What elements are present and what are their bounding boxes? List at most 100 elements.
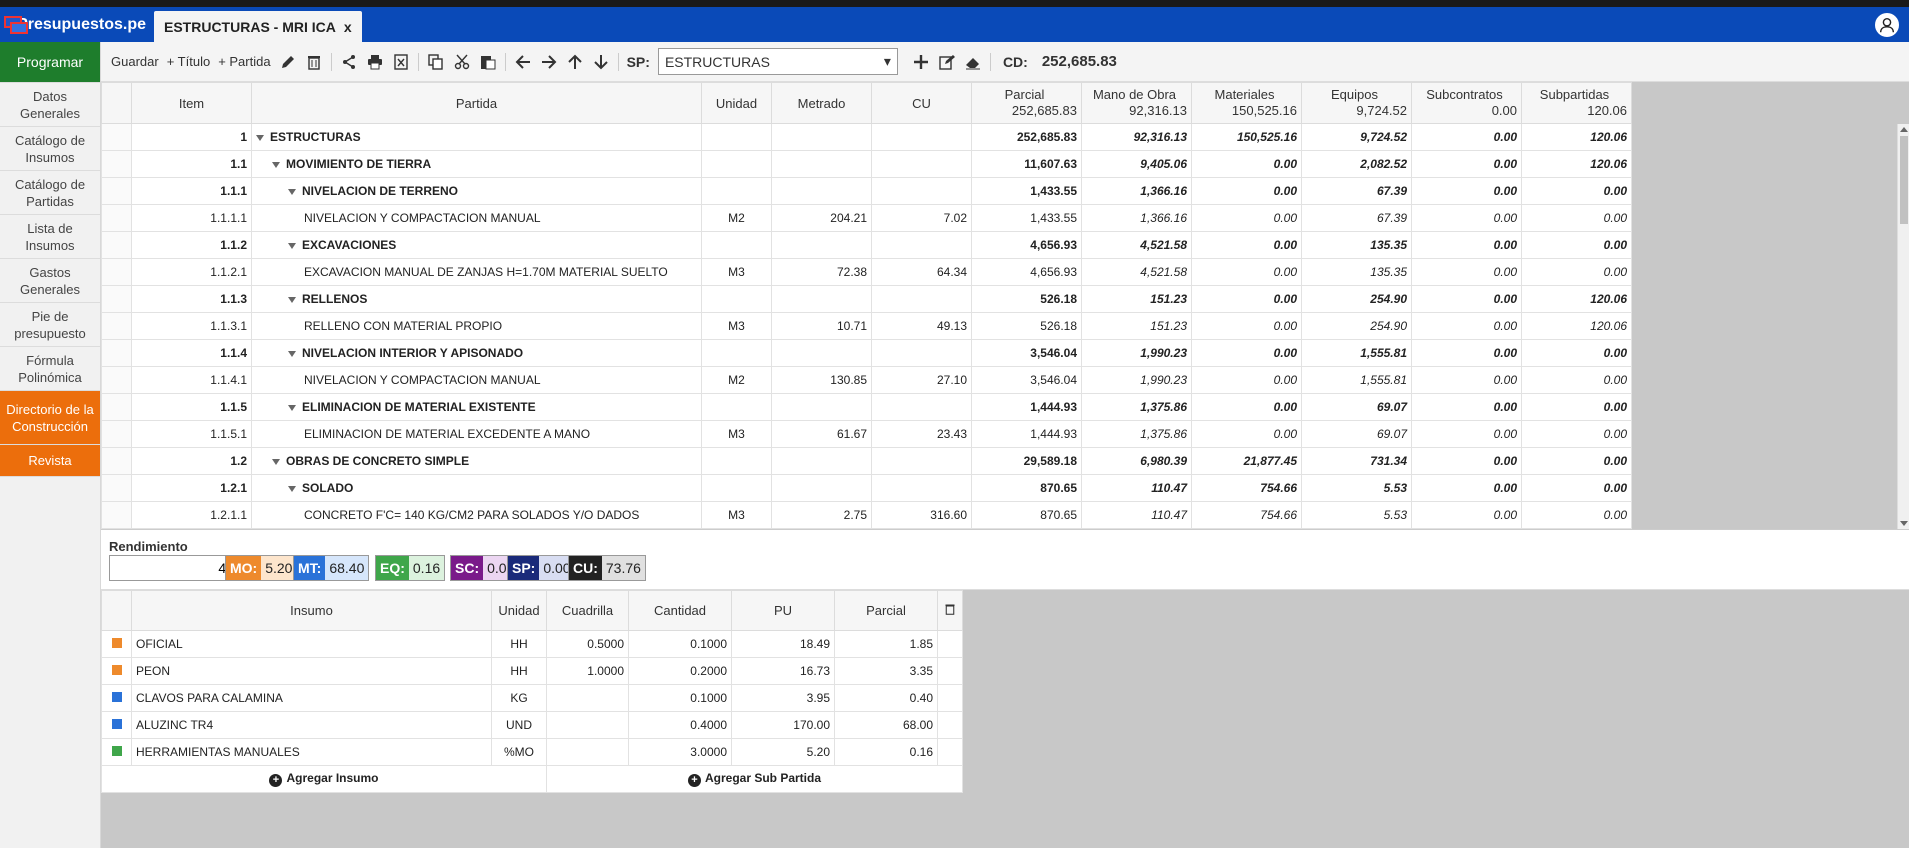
expand-toggle-icon[interactable] <box>272 161 280 168</box>
insumo-cell-pu[interactable]: 170.00 <box>731 711 835 739</box>
insumo-cell-name[interactable]: HERRAMIENTAS MANUALES <box>131 738 492 766</box>
row-gutter[interactable] <box>101 204 132 232</box>
cell-parcial[interactable]: 870.65 <box>971 474 1082 502</box>
cell-partida[interactable]: EXCAVACIONES <box>251 231 702 259</box>
arrow-left-icon[interactable] <box>514 53 532 71</box>
cell-eq[interactable]: 254.90 <box>1301 285 1412 313</box>
cell-unidad[interactable]: M3 <box>701 501 772 529</box>
insumo-cell-cantidad[interactable]: 0.2000 <box>628 657 732 685</box>
insumo-header-delete[interactable] <box>937 590 963 631</box>
sidebar-item-7[interactable]: Fórmula Polinómica <box>0 347 100 391</box>
plus-icon[interactable] <box>912 53 930 71</box>
sidebar-item-6[interactable]: Pie de presupuesto <box>0 303 100 347</box>
cell-sp[interactable]: 0.00 <box>1521 393 1632 421</box>
cell-mo[interactable]: 1,366.16 <box>1081 204 1192 232</box>
cell-mo[interactable]: 1,375.86 <box>1081 420 1192 448</box>
cell-metrado[interactable]: 2.75 <box>771 501 872 529</box>
cell-item[interactable]: 1.1.2.1 <box>131 258 252 286</box>
cell-eq[interactable]: 135.35 <box>1301 258 1412 286</box>
arrow-down-icon[interactable] <box>592 53 610 71</box>
cell-unidad[interactable]: M2 <box>701 366 772 394</box>
cell-mo[interactable]: 151.23 <box>1081 285 1192 313</box>
cell-cu[interactable] <box>871 393 972 421</box>
insumo-cell-cantidad[interactable]: 0.1000 <box>628 630 732 658</box>
cell-cu[interactable] <box>871 474 972 502</box>
expand-toggle-icon[interactable] <box>256 134 264 141</box>
table-row[interactable]: 1.1.1.1 NIVELACION Y COMPACTACION MANUAL M… <box>101 204 1632 232</box>
insumo-header-pu[interactable]: PU <box>731 590 835 631</box>
cell-item[interactable]: 1.1.4.1 <box>131 366 252 394</box>
row-gutter[interactable] <box>101 393 132 421</box>
insumo-header-cantidad[interactable]: Cantidad <box>628 590 732 631</box>
header-subcontratos[interactable]: Subcontratos 0.00 <box>1411 82 1522 124</box>
cell-unidad[interactable] <box>701 285 772 313</box>
cell-parcial[interactable]: 29,589.18 <box>971 447 1082 475</box>
row-gutter[interactable] <box>101 123 132 151</box>
cell-sc[interactable]: 0.00 <box>1411 123 1522 151</box>
cell-mat[interactable]: 754.66 <box>1191 474 1302 502</box>
table-row[interactable]: 1.2.1.1 CONCRETO F'C= 140 KG/CM2 PARA SOL… <box>101 501 1632 529</box>
cell-metrado[interactable] <box>771 285 872 313</box>
cell-partida[interactable]: OBRAS DE CONCRETO SIMPLE <box>251 447 702 475</box>
insumo-cell-pu[interactable]: 5.20 <box>731 738 835 766</box>
insumo-header-parcial[interactable]: Parcial <box>834 590 938 631</box>
cell-parcial[interactable]: 526.18 <box>971 285 1082 313</box>
cell-metrado[interactable] <box>771 177 872 205</box>
cell-eq[interactable]: 69.07 <box>1301 420 1412 448</box>
cell-unidad[interactable] <box>701 474 772 502</box>
cell-parcial[interactable]: 870.65 <box>971 501 1082 529</box>
insumo-cell-cantidad[interactable]: 0.1000 <box>628 684 732 712</box>
cell-cu[interactable] <box>871 231 972 259</box>
insumo-header-insumo[interactable]: Insumo <box>131 590 492 631</box>
insumo-cell-parcial[interactable]: 3.35 <box>834 657 938 685</box>
cell-sc[interactable]: 0.00 <box>1411 231 1522 259</box>
trash-icon[interactable] <box>305 53 323 71</box>
cell-mo[interactable]: 1,990.23 <box>1081 339 1192 367</box>
table-row[interactable]: 1.1.2 EXCAVACIONES 4,656.93 4,521.58 0.00 135… <box>101 231 1632 259</box>
arrow-up-icon[interactable] <box>566 53 584 71</box>
cell-mo[interactable]: 1,375.86 <box>1081 393 1192 421</box>
cell-sc[interactable]: 0.00 <box>1411 312 1522 340</box>
cell-parcial[interactable]: 4,656.93 <box>971 258 1082 286</box>
document-tab[interactable]: ESTRUCTURAS - MRI ICA x <box>154 11 362 42</box>
cell-item[interactable]: 1.1 <box>131 150 252 178</box>
cell-metrado[interactable] <box>771 447 872 475</box>
cell-item[interactable]: 1.1.3.1 <box>131 312 252 340</box>
trash-icon[interactable] <box>944 603 956 615</box>
cell-mat[interactable]: 0.00 <box>1191 258 1302 286</box>
scroll-up-icon[interactable] <box>1900 127 1908 132</box>
scroll-thumb[interactable] <box>1900 136 1908 224</box>
sidebar-item-1[interactable]: Datos Generales <box>0 83 100 127</box>
cell-sp[interactable]: 0.00 <box>1521 258 1632 286</box>
cell-mat[interactable]: 0.00 <box>1191 420 1302 448</box>
cell-parcial[interactable]: 3,546.04 <box>971 339 1082 367</box>
sidebar-item-3[interactable]: Catálogo de Partidas <box>0 171 100 215</box>
cell-parcial[interactable]: 4,656.93 <box>971 231 1082 259</box>
header-cu[interactable]: CU <box>871 82 972 124</box>
table-row[interactable]: 1.1.1 NIVELACION DE TERRENO 1,433.55 1,366.… <box>101 177 1632 205</box>
insumo-cell-name[interactable]: CLAVOS PARA CALAMINA <box>131 684 492 712</box>
cell-sp[interactable]: 120.06 <box>1521 123 1632 151</box>
cell-sp[interactable]: 0.00 <box>1521 366 1632 394</box>
cell-sp[interactable]: 0.00 <box>1521 501 1632 529</box>
arrow-right-icon[interactable] <box>540 53 558 71</box>
cell-mat[interactable]: 0.00 <box>1191 231 1302 259</box>
save-button[interactable]: Guardar <box>111 54 159 69</box>
cell-partida[interactable]: RELLENOS <box>251 285 702 313</box>
user-account-button[interactable] <box>1873 11 1901 39</box>
cell-metrado[interactable]: 130.85 <box>771 366 872 394</box>
table-row[interactable]: 1.1.5 ELIMINACION DE MATERIAL EXISTENTE 1,… <box>101 393 1632 421</box>
row-gutter[interactable] <box>101 420 132 448</box>
cell-sc[interactable]: 0.00 <box>1411 285 1522 313</box>
cell-mat[interactable]: 0.00 <box>1191 312 1302 340</box>
insumo-cell-cuadrilla[interactable] <box>546 684 629 712</box>
cell-mat[interactable]: 0.00 <box>1191 339 1302 367</box>
add-titulo-button[interactable]: + Título <box>167 54 210 69</box>
insumo-cell-name[interactable]: OFICIAL <box>131 630 492 658</box>
cell-metrado[interactable]: 204.21 <box>771 204 872 232</box>
insumo-cell-name[interactable]: PEON <box>131 657 492 685</box>
cell-mat[interactable]: 21,877.45 <box>1191 447 1302 475</box>
insumo-cell-pu[interactable]: 16.73 <box>731 657 835 685</box>
expand-toggle-icon[interactable] <box>288 296 296 303</box>
header-mano-obra[interactable]: Mano de Obra 92,316.13 <box>1081 82 1192 124</box>
